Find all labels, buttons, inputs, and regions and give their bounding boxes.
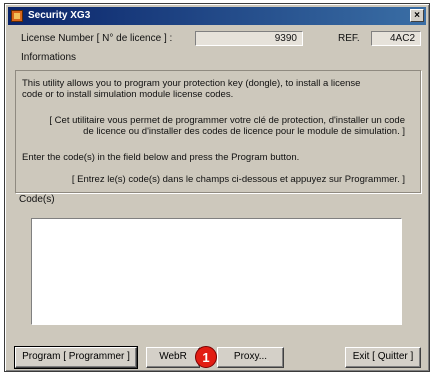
ref-label: REF.	[338, 33, 360, 44]
exit-button[interactable]: Exit [ Quitter ]	[345, 347, 421, 368]
app-key-icon	[11, 10, 23, 22]
info-en-instruction: Enter the code(s) in the field below and…	[22, 152, 300, 163]
info-fr-instruction: [ Entrez le(s) code(s) dans le champs ci…	[71, 174, 405, 185]
callout-badge: 1	[195, 346, 217, 368]
webr-button[interactable]: WebR	[146, 347, 200, 368]
close-button[interactable]: ×	[410, 9, 424, 22]
window-title: Security XG3	[28, 10, 91, 21]
info-en-line1: This utility allows you to program your …	[22, 78, 361, 89]
info-en-line2: code or to install simulation module lic…	[22, 89, 234, 100]
codes-textarea[interactable]	[31, 218, 402, 325]
license-number-label: License Number [ N° de licence ] :	[21, 33, 173, 44]
info-fr-line2: de licence ou d'installer des codes de l…	[83, 126, 405, 137]
program-button[interactable]: Program [ Programmer ]	[14, 346, 138, 369]
ref-field: 4AC2	[371, 31, 421, 46]
codes-label: Code(s)	[19, 194, 55, 205]
security-dialog: Security XG3 × License Number [ N° de li…	[4, 3, 430, 372]
license-number-field: 9390	[195, 31, 303, 46]
informations-label: Informations	[21, 52, 77, 63]
proxy-button[interactable]: Proxy...	[217, 347, 284, 368]
title-bar[interactable]: Security XG3 ×	[8, 7, 426, 25]
info-fr-line1: [ Cet utilitaire vous permet de programm…	[49, 115, 405, 126]
